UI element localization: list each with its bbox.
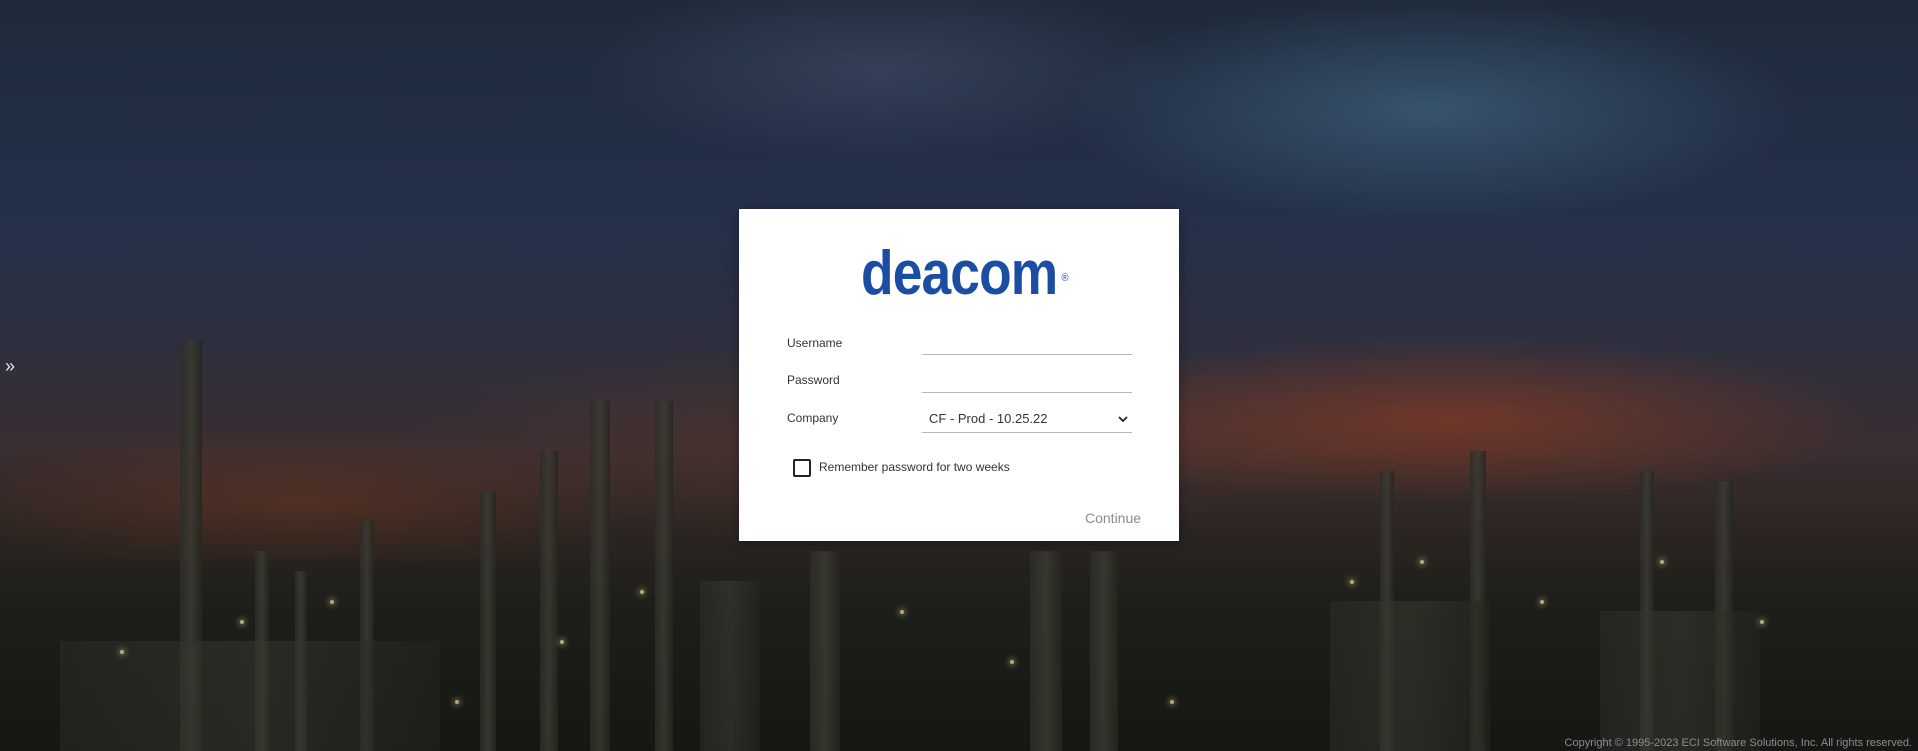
city-light — [1760, 620, 1764, 624]
username-input[interactable] — [922, 327, 1132, 349]
refinery-tower — [1090, 551, 1118, 751]
city-light — [1540, 600, 1544, 604]
city-light — [240, 620, 244, 624]
logo-text: deacom — [860, 239, 1058, 308]
city-light — [560, 640, 564, 644]
city-light — [455, 700, 459, 704]
refinery-tower — [1330, 601, 1490, 751]
copyright-text: Copyright © 1995-2023 ECI Software Solut… — [1564, 737, 1912, 749]
refinery-tower — [590, 401, 610, 751]
refinery-tower — [540, 451, 558, 751]
company-label: Company — [787, 411, 839, 425]
remember-password-label: Remember password for two weeks — [819, 460, 1010, 474]
password-label: Password — [787, 373, 840, 387]
chevron-down-icon — [1118, 416, 1128, 423]
double-chevron-right-icon[interactable]: » — [0, 356, 20, 376]
city-light — [330, 600, 334, 604]
city-light — [1170, 700, 1174, 704]
remember-password-checkbox[interactable] — [793, 459, 811, 477]
city-light — [1660, 560, 1664, 564]
logo-wordmark: deacom ® — [861, 243, 1069, 305]
password-input[interactable] — [922, 364, 1132, 386]
deacom-logo: deacom ® — [739, 243, 1179, 305]
company-underline — [922, 432, 1132, 433]
username-label: Username — [787, 336, 843, 350]
refinery-tower — [1030, 551, 1062, 751]
refinery-tower — [1600, 611, 1760, 751]
refinery-tower — [60, 641, 440, 751]
city-light — [640, 590, 644, 594]
password-underline — [922, 392, 1132, 393]
username-underline — [922, 354, 1132, 355]
city-light — [900, 610, 904, 614]
refinery-tower — [655, 401, 673, 751]
city-light — [1350, 580, 1354, 584]
refinery-tower — [700, 581, 760, 751]
registered-mark: ® — [1061, 272, 1068, 284]
company-select[interactable]: CF - Prod - 10.25.22 — [922, 402, 1132, 432]
continue-button[interactable]: Continue — [1085, 510, 1141, 526]
refinery-tower — [810, 551, 840, 751]
city-light — [120, 650, 124, 654]
refinery-tower — [480, 491, 496, 751]
login-panel: deacom ® Username Password Company CF - … — [739, 209, 1179, 541]
city-light — [1420, 560, 1424, 564]
company-selected-value: CF - Prod - 10.25.22 — [929, 411, 1048, 426]
city-light — [1010, 660, 1014, 664]
